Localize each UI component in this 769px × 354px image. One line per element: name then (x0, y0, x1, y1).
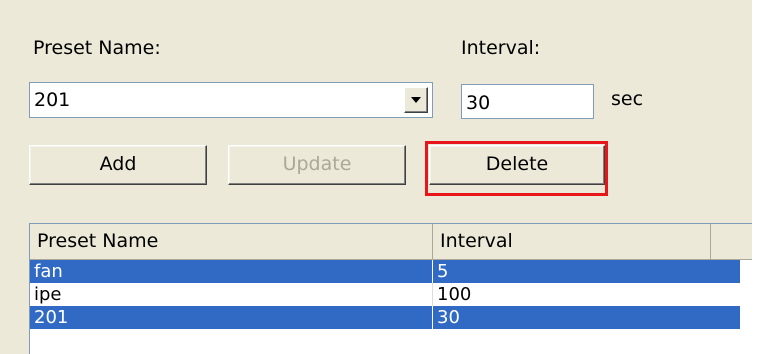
row-interval: 100 (437, 284, 472, 305)
interval-label: Interval: (461, 37, 541, 59)
table-row[interactable]: fan 5 (30, 260, 752, 283)
column-header-preset-name[interactable]: Preset Name (30, 224, 433, 260)
delete-highlight-box (425, 141, 608, 196)
preset-name-combobox[interactable]: 201 (29, 82, 433, 118)
row-preset-name: fan (30, 260, 433, 283)
row-preset-name: 201 (30, 306, 433, 329)
column-header-interval[interactable]: Interval (433, 224, 711, 260)
preset-name-label: Preset Name: (33, 37, 161, 59)
row-interval: 5 (433, 260, 740, 283)
table-row[interactable]: 201 30 (30, 306, 752, 329)
preset-list[interactable]: Preset Name Interval fan 5 ipe 100 201 3… (29, 223, 752, 354)
dropdown-button[interactable] (404, 87, 428, 113)
interval-unit-label: sec (611, 88, 644, 110)
row-preset-name: ipe (30, 283, 433, 306)
page-margin (752, 0, 769, 354)
preset-dialog: Preset Name: Interval: 201 30 sec Add Up… (0, 0, 752, 354)
interval-input[interactable]: 30 (461, 84, 594, 119)
list-header: Preset Name Interval (30, 224, 752, 260)
update-button[interactable]: Update (228, 145, 406, 185)
add-button[interactable]: Add (29, 145, 207, 185)
preset-name-value: 201 (34, 89, 71, 111)
table-row[interactable]: ipe 100 (30, 283, 752, 306)
interval-value: 30 (466, 92, 491, 114)
row-interval: 30 (433, 306, 740, 329)
chevron-down-icon (411, 97, 421, 103)
column-header-filler (711, 224, 752, 260)
